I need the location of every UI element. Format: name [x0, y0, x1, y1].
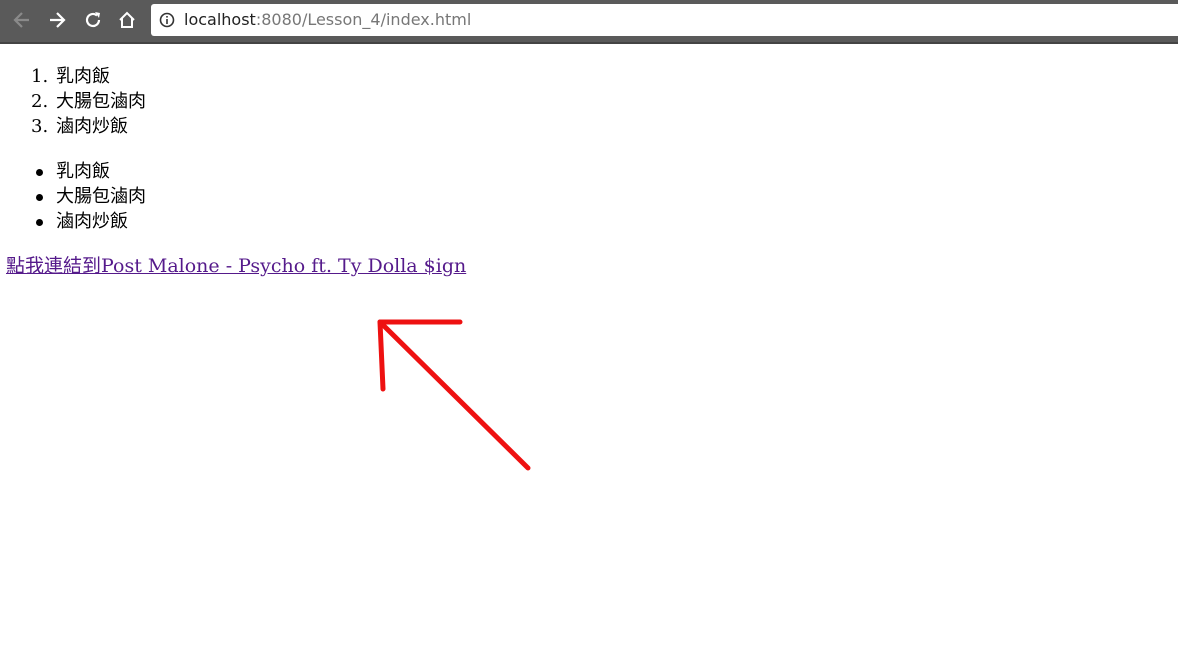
reload-icon	[85, 12, 101, 28]
list-item: 滷肉炒飯	[0, 209, 146, 234]
url-text[interactable]: localhost:8080/Lesson_4/index.html	[184, 10, 471, 30]
home-button[interactable]	[114, 7, 140, 33]
url-host: localhost	[184, 10, 256, 29]
bullet-icon	[36, 169, 43, 176]
list-number: 1.	[31, 66, 49, 87]
list-item-text: 滷肉炒飯	[56, 116, 128, 137]
list-item: 2. 大腸包滷肉	[0, 89, 146, 114]
red-arrow-annotation-icon	[377, 319, 531, 471]
bullet-icon	[36, 219, 43, 226]
reload-button[interactable]	[80, 7, 106, 33]
url-path: :8080/Lesson_4/index.html	[255, 10, 472, 29]
bullet-icon	[36, 194, 43, 201]
back-button[interactable]	[9, 7, 35, 33]
browser-toolbar: localhost:8080/Lesson_4/index.html	[0, 0, 1178, 44]
info-icon[interactable]	[159, 12, 175, 28]
list-item-text: 大腸包滷肉	[56, 91, 146, 112]
list-item-text: 滷肉炒飯	[56, 211, 128, 232]
list-item: 3. 滷肉炒飯	[0, 114, 146, 139]
unordered-list: 乳肉飯 大腸包滷肉 滷肉炒飯	[0, 159, 146, 234]
list-number: 2.	[31, 91, 49, 112]
ordered-list: 1. 乳肉飯 2. 大腸包滷肉 3. 滷肉炒飯	[0, 64, 146, 139]
list-item: 乳肉飯	[0, 159, 146, 184]
forward-arrow-icon	[50, 12, 66, 28]
forward-button[interactable]	[44, 7, 70, 33]
video-link[interactable]: 點我連結到Post Malone - Psycho ft. Ty Dolla $…	[6, 253, 466, 279]
home-icon	[119, 11, 135, 28]
list-item-text: 大腸包滷肉	[56, 186, 146, 207]
list-item: 大腸包滷肉	[0, 184, 146, 209]
list-item: 1. 乳肉飯	[0, 64, 146, 89]
back-arrow-icon	[13, 12, 29, 28]
list-item-text: 乳肉飯	[56, 66, 110, 87]
address-bar[interactable]: localhost:8080/Lesson_4/index.html	[151, 4, 1178, 36]
list-number: 3.	[31, 116, 49, 137]
list-item-text: 乳肉飯	[56, 161, 110, 182]
